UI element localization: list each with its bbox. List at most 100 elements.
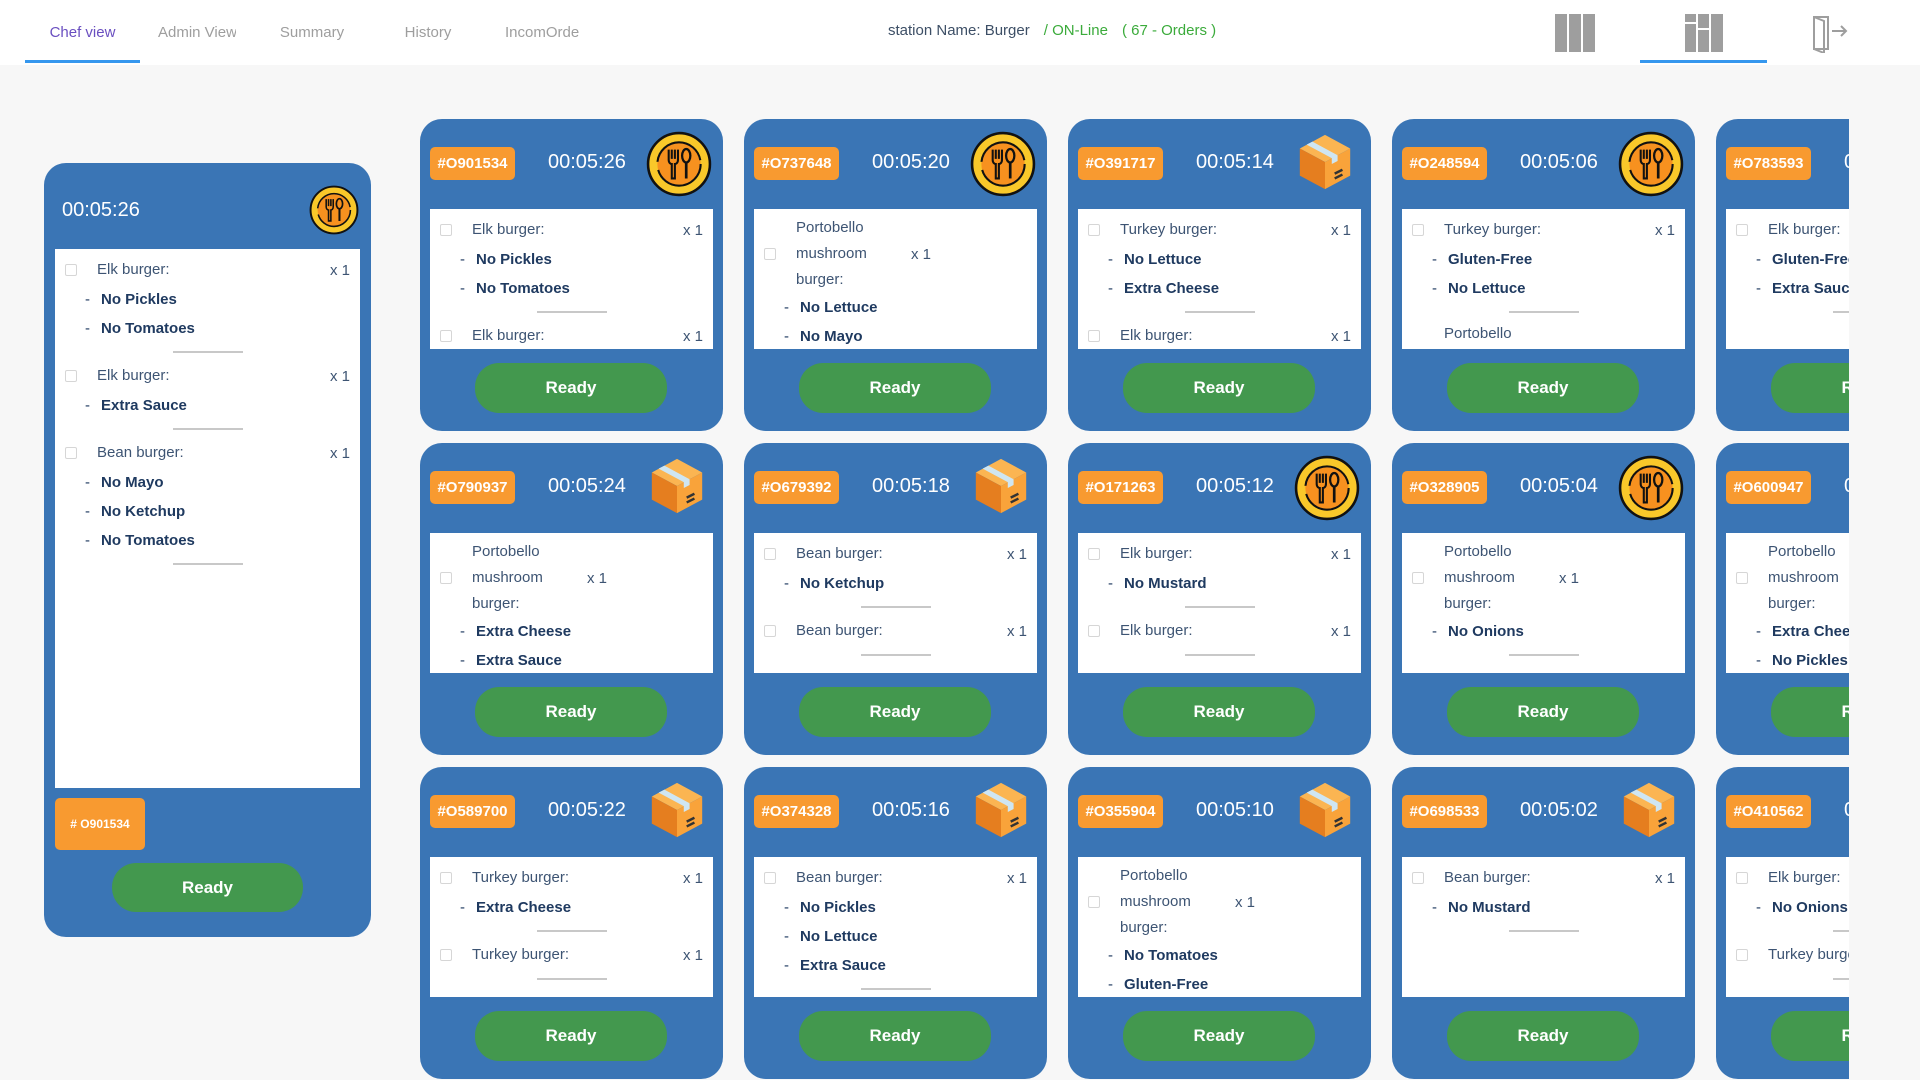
dash: - bbox=[1756, 623, 1761, 640]
order-timer: 00:05:06 bbox=[1520, 151, 1598, 173]
tab-history[interactable]: History bbox=[378, 0, 478, 65]
item-modifier: - No Pickles bbox=[1726, 646, 1849, 673]
item-checkbox[interactable] bbox=[764, 872, 776, 884]
ready-button[interactable]: Ready bbox=[1447, 1011, 1639, 1061]
tab-chef-view[interactable]: Chef view bbox=[25, 0, 140, 65]
order-items-list: Bean burger: x 1 - No Ketchup Bean burger: x … bbox=[754, 533, 1037, 673]
tab-label: Summary bbox=[279, 24, 345, 41]
ready-button[interactable]: Ready bbox=[475, 363, 667, 413]
modifier-text: No Lettuce bbox=[800, 299, 878, 316]
item-modifier: -Extra Sauce bbox=[55, 391, 360, 420]
item-name: Turkey burger: bbox=[1444, 221, 1541, 238]
item-modifier: - No Lettuce bbox=[1078, 245, 1361, 274]
item-modifier: - No Ketchup bbox=[55, 497, 360, 526]
item-modifier: - No Mayo bbox=[55, 468, 360, 497]
modifier-text: Extra Sauce bbox=[1772, 280, 1849, 297]
grid-view-button[interactable] bbox=[1640, 0, 1767, 65]
order-timer: 00:05:26 bbox=[548, 151, 626, 173]
item-checkbox[interactable] bbox=[764, 248, 776, 260]
ready-button[interactable]: Ready bbox=[1771, 687, 1849, 737]
order-number-badge: #O328905 bbox=[1402, 471, 1487, 504]
item-divider bbox=[536, 311, 607, 313]
ready-button[interactable]: Ready bbox=[112, 863, 303, 912]
order-number-badge: # O901534 bbox=[55, 798, 145, 850]
modifier-text: No Mayo bbox=[800, 328, 863, 345]
ready-button[interactable]: Ready bbox=[799, 1011, 991, 1061]
item-checkbox[interactable] bbox=[65, 370, 77, 382]
ready-button[interactable]: Ready bbox=[1771, 1011, 1849, 1061]
tab-label: History bbox=[404, 24, 452, 41]
ready-button[interactable]: Ready bbox=[1123, 1011, 1315, 1061]
order-number-badge: #O600947 bbox=[1726, 471, 1811, 504]
item-checkbox[interactable] bbox=[65, 447, 77, 459]
item-checkbox[interactable] bbox=[440, 949, 452, 961]
modifier-text: No Pickles bbox=[476, 251, 552, 268]
order-items-list: Bean burger: x 1 - No Mustard bbox=[1402, 857, 1685, 997]
ready-button[interactable]: Ready bbox=[799, 363, 991, 413]
ready-button[interactable]: Ready bbox=[1447, 687, 1639, 737]
order-number-badge: #O679392 bbox=[754, 471, 839, 504]
item-checkbox[interactable] bbox=[1088, 896, 1100, 908]
item-checkbox[interactable] bbox=[1736, 949, 1748, 961]
item-checkbox[interactable] bbox=[1088, 625, 1100, 637]
item-checkbox[interactable] bbox=[1412, 224, 1424, 236]
order-number-badge: #O790937 bbox=[430, 471, 515, 504]
ready-button[interactable]: Ready bbox=[475, 1011, 667, 1061]
item-quantity: x 1 bbox=[587, 569, 608, 587]
order-items-list: Elk burger:-No OnionsTurkey burger bbox=[1726, 857, 1849, 997]
three-column-view-button[interactable] bbox=[1530, 0, 1620, 65]
order-number-badge: #O248594 bbox=[1402, 147, 1487, 180]
item-checkbox[interactable] bbox=[440, 572, 452, 584]
item-checkbox[interactable] bbox=[1736, 224, 1748, 236]
item-checkbox[interactable] bbox=[1736, 572, 1748, 584]
item-checkbox[interactable] bbox=[764, 625, 776, 637]
ready-button[interactable]: Ready bbox=[799, 687, 991, 737]
tab-admin-view[interactable]: Admin View bbox=[158, 0, 236, 65]
dash: - bbox=[1432, 280, 1437, 297]
ready-button[interactable]: Ready bbox=[1771, 363, 1849, 413]
logout-button[interactable] bbox=[1790, 0, 1870, 65]
item-quantity: x 1 bbox=[1330, 221, 1351, 239]
item-modifier: - No Tomatoes bbox=[55, 526, 360, 555]
item-name: Elk burger: bbox=[97, 261, 170, 278]
item-checkbox[interactable] bbox=[1088, 330, 1100, 342]
item-modifier: - Gluten-Free bbox=[1078, 970, 1361, 997]
tab-incom-order[interactable]: IncomOrder bbox=[505, 0, 579, 65]
item-modifier: -Extra Cheese bbox=[1726, 617, 1849, 646]
item-modifier: - No Pickles bbox=[55, 285, 360, 314]
item-checkbox[interactable] bbox=[440, 224, 452, 236]
order-card: #O6009470Portobello mushroom burger:-Ext… bbox=[1716, 443, 1849, 755]
tab-summary[interactable]: Summary bbox=[262, 0, 362, 65]
order-card: #O374328 00:05:16 Bean burger: x 1- No Pickl… bbox=[744, 767, 1047, 1079]
item-checkbox[interactable] bbox=[1088, 548, 1100, 560]
item-modifier: -Extra Sauce bbox=[1726, 274, 1849, 303]
modifier-text: No Lettuce bbox=[800, 928, 878, 945]
ready-button[interactable]: Ready bbox=[475, 687, 667, 737]
order-item: Elk burger: x 1 bbox=[430, 215, 713, 245]
dash: - bbox=[1756, 899, 1761, 916]
order-items-list: Elk burger:-Gluten-Free-Extra Sauce bbox=[1726, 209, 1849, 349]
item-checkbox[interactable] bbox=[1412, 572, 1424, 584]
item-checkbox[interactable] bbox=[764, 548, 776, 560]
order-timer: 00:05:10 bbox=[1196, 799, 1274, 821]
item-quantity: x 1 bbox=[911, 245, 932, 263]
item-name: Portobello mushroom burger: bbox=[1120, 867, 1191, 936]
item-checkbox[interactable] bbox=[65, 264, 77, 276]
item-checkbox[interactable] bbox=[440, 872, 452, 884]
order-items-list: Turkey burger: x 1- Gluten-Free - No Lettuce… bbox=[1402, 209, 1685, 349]
item-checkbox[interactable] bbox=[1412, 872, 1424, 884]
ready-button[interactable]: Ready bbox=[1447, 363, 1639, 413]
item-name: Elk burger: bbox=[1768, 869, 1841, 886]
order-number-badge: #O737648 bbox=[754, 147, 839, 180]
item-name: Bean burger: bbox=[796, 622, 883, 639]
item-checkbox[interactable] bbox=[1736, 872, 1748, 884]
modifier-text: No Mustard bbox=[1448, 899, 1531, 916]
ready-button[interactable]: Ready bbox=[1123, 363, 1315, 413]
ready-button[interactable]: Ready bbox=[1123, 687, 1315, 737]
item-checkbox[interactable] bbox=[440, 330, 452, 342]
modifier-text: Extra Cheese bbox=[1772, 623, 1849, 640]
item-quantity: x 1 bbox=[329, 367, 350, 385]
modifier-text: No Tomatoes bbox=[476, 280, 570, 297]
item-checkbox[interactable] bbox=[1088, 224, 1100, 236]
item-name: Elk burger: bbox=[472, 221, 545, 238]
